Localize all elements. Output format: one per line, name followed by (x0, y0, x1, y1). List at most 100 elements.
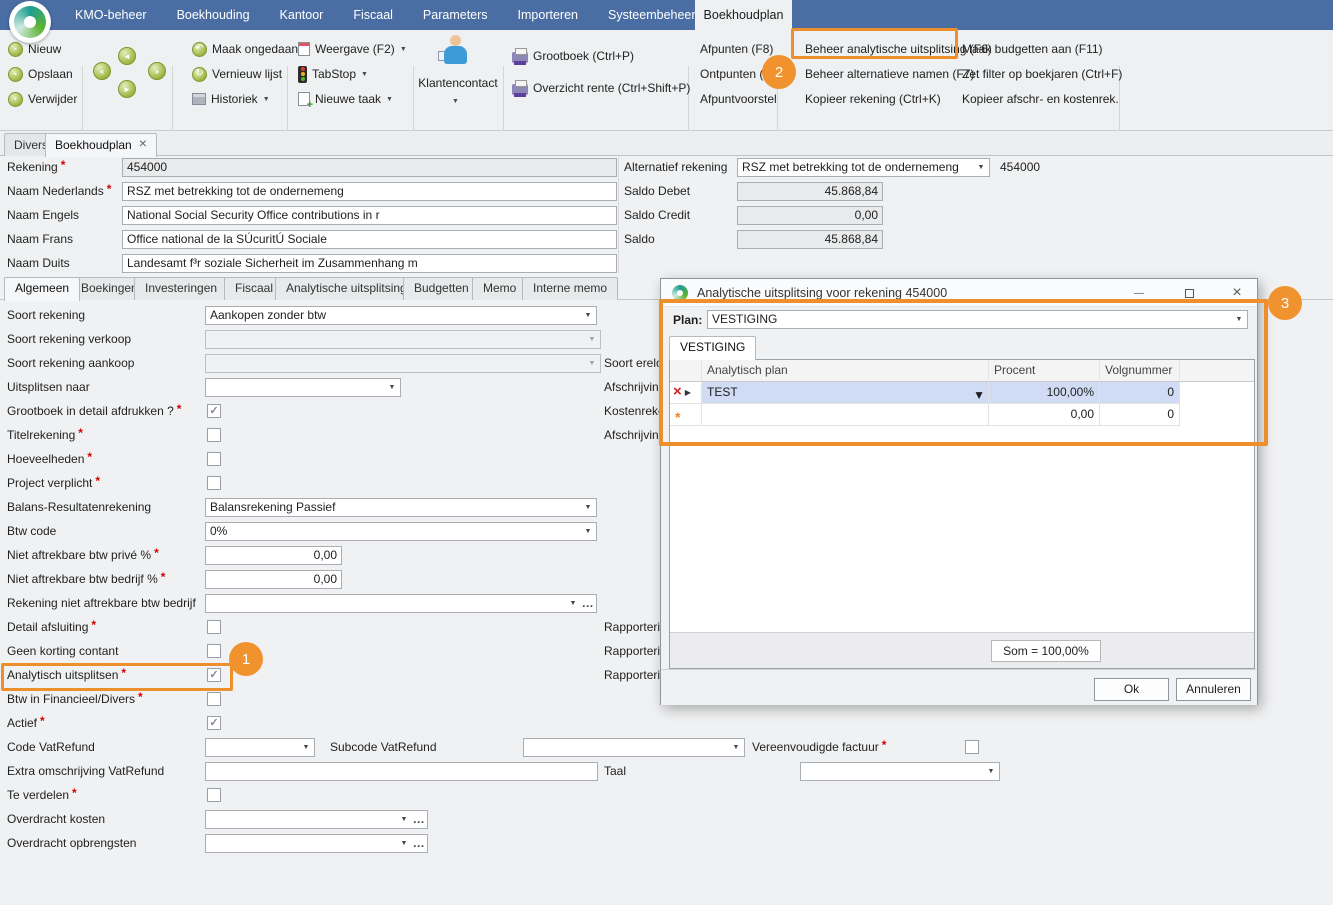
verwijder-button[interactable]: Verwijder (8, 89, 77, 109)
naam-nederlands-field[interactable]: RSZ met betrekking tot de ondernemeng (122, 182, 617, 201)
detail-afsluiting-checkbox[interactable] (207, 620, 221, 634)
cell-analytisch-plan[interactable]: TEST (702, 382, 989, 404)
menu-item-parameters[interactable]: Parameters (408, 0, 503, 30)
kostenrekening-label-clipped: Kostenreker (604, 402, 669, 420)
uitsplitsen-naar-select[interactable] (205, 378, 401, 397)
cell-analytisch-plan[interactable] (702, 404, 989, 426)
alternatief-rekening-select[interactable]: RSZ met betrekking tot de ondernemeng (737, 158, 990, 177)
grid-col-analytisch-plan[interactable]: Analytisch plan (702, 360, 989, 382)
kopieer-rekening-button[interactable]: Kopieer rekening (Ctrl+K) (805, 89, 941, 109)
subcode-vatrefund-select[interactable] (523, 738, 745, 757)
ellipsis-button[interactable] (412, 836, 426, 851)
grid-col-procent[interactable]: Procent (989, 360, 1100, 382)
afpunten-button[interactable]: Afpunten (F8) (700, 39, 773, 59)
first-record-button[interactable]: « (93, 62, 111, 80)
project-verplicht-checkbox[interactable] (207, 476, 221, 490)
btw-code-select[interactable]: 0% (205, 522, 597, 541)
close-tab-icon[interactable] (139, 135, 147, 156)
tab-analytische-uitsplitsing[interactable]: Analytische uitsplitsing (275, 277, 418, 300)
historiek-button[interactable]: Historiek (192, 89, 270, 109)
maximize-icon[interactable] (1179, 284, 1199, 302)
grootboek-button[interactable]: Grootboek (Ctrl+P) (512, 46, 634, 66)
soort-rekening-select[interactable]: Aankopen zonder btw (205, 306, 597, 325)
tab-interne-memo[interactable]: Interne memo (522, 277, 618, 300)
tabstop-button[interactable]: TabStop (298, 64, 368, 84)
delete-row-icon[interactable] (673, 382, 682, 404)
tab-memo[interactable]: Memo (472, 277, 527, 300)
naam-engels-field[interactable]: National Social Security Office contribu… (122, 206, 617, 225)
opslaan-button[interactable]: Opslaan (8, 64, 73, 84)
btw-bedrijf-field[interactable]: 0,00 (205, 570, 342, 589)
tab-boekhoudplan[interactable]: Boekhoudplan (45, 133, 157, 157)
last-record-button[interactable]: » (148, 62, 166, 80)
balans-resultatenrekening-select[interactable]: Balansrekening Passief (205, 498, 597, 517)
actief-checkbox[interactable]: ✓ (207, 716, 221, 730)
overzicht-rente-button[interactable]: Overzicht rente (Ctrl+Shift+P) (512, 78, 690, 98)
taal-select[interactable] (800, 762, 1000, 781)
te-verdelen-checkbox[interactable] (207, 788, 221, 802)
close-icon[interactable] (1227, 284, 1247, 302)
menu-item-fiscaal[interactable]: Fiscaal (338, 0, 408, 30)
zet-filter-button[interactable]: Zet filter op boekjaren (Ctrl+F) (962, 64, 1122, 84)
grootboek-detail-checkbox[interactable]: ✓ (207, 404, 221, 418)
annuleren-button[interactable]: Annuleren (1176, 678, 1251, 701)
next-record-button[interactable]: ► (118, 80, 136, 98)
menu-item-boekhoudplan-active[interactable]: Boekhoudplan (695, 0, 792, 30)
tab-investeringen[interactable]: Investeringen (134, 277, 228, 300)
klantencontact-button[interactable] (440, 35, 470, 71)
cell-volgnummer[interactable]: 0 (1100, 382, 1180, 404)
traffic-light-icon (298, 66, 307, 83)
ellipsis-button[interactable] (581, 596, 595, 611)
cell-procent[interactable]: 100,00% (989, 382, 1100, 404)
weergave-button[interactable]: Weergave (F2) (298, 39, 407, 59)
row-indicator[interactable] (670, 382, 702, 404)
btw-financieel-label: Btw in Financieel/Divers* (7, 690, 143, 708)
rekening-niet-aftrekbaar-select[interactable] (205, 594, 597, 613)
hoeveelheden-checkbox[interactable] (207, 452, 221, 466)
tab-budgetten[interactable]: Budgetten (403, 277, 480, 300)
overdracht-kosten-select[interactable] (205, 810, 428, 829)
maak-budgetten-button[interactable]: Maak budgetten aan (F11) (962, 39, 1103, 59)
chevron-down-icon (585, 356, 599, 371)
beheer-alternatieve-namen-button[interactable]: Beheer alternatieve namen (F7) (805, 64, 974, 84)
ok-button[interactable]: Ok (1094, 678, 1169, 701)
nieuwe-taak-button[interactable]: Nieuwe taak (298, 89, 393, 109)
menu-item-boekhouding[interactable]: Boekhouding (162, 0, 265, 30)
cell-procent[interactable]: 0,00 (989, 404, 1100, 426)
cell-volgnummer[interactable]: 0 (1100, 404, 1180, 426)
code-vatrefund-select[interactable] (205, 738, 315, 757)
btw-prive-field[interactable]: 0,00 (205, 546, 342, 565)
geen-korting-checkbox[interactable] (207, 644, 221, 658)
chevron-down-icon[interactable] (452, 92, 459, 106)
naam-duits-field[interactable]: Landesamt f³r soziale Sicherheit im Zusa… (122, 254, 617, 273)
afpuntvoorstel-button[interactable]: Afpuntvoorstel (700, 89, 777, 109)
saldo-field: 45.868,84 (737, 230, 883, 249)
maak-ongedaan-button[interactable]: Maak ongedaan (192, 39, 298, 59)
menu-item-kantoor[interactable]: Kantoor (265, 0, 339, 30)
vereenvoudigde-factuur-checkbox[interactable] (965, 740, 979, 754)
saldo-debet-field: 45.868,84 (737, 182, 883, 201)
vernieuw-lijst-button[interactable]: Vernieuw lijst (192, 64, 282, 84)
rekening-field[interactable]: 454000 (122, 158, 617, 177)
previous-record-button[interactable]: ◄ (118, 47, 136, 65)
btw-financieel-checkbox[interactable] (207, 692, 221, 706)
plan-select[interactable]: VESTIGING (707, 310, 1248, 329)
tab-vestiging[interactable]: VESTIGING (669, 336, 756, 360)
analytisch-uitsplitsen-checkbox[interactable]: ✓ (207, 668, 221, 682)
view-icon (298, 42, 310, 56)
menu-item-importeren[interactable]: Importeren (503, 0, 593, 30)
overdracht-opbrengsten-select[interactable] (205, 834, 428, 853)
ellipsis-button[interactable] (412, 812, 426, 827)
tab-algemeen[interactable]: Algemeen (4, 277, 80, 301)
kopieer-afschr-button[interactable]: Kopieer afschr- en kostenrek. (962, 89, 1119, 109)
extra-omschrijving-field[interactable] (205, 762, 598, 781)
new-icon (8, 42, 23, 57)
menu-item-kmo-beheer[interactable]: KMO-beheer (60, 0, 162, 30)
new-row-icon (675, 404, 680, 425)
titelrekening-checkbox[interactable] (207, 428, 221, 442)
menu-item-systeembeheer[interactable]: Systeembeheer (593, 0, 711, 30)
dialog-title-bar[interactable]: Analytische uitsplitsing voor rekening 4… (661, 279, 1257, 307)
naam-frans-field[interactable]: Office national de la SÚcuritÚ Sociale (122, 230, 617, 249)
minimize-icon[interactable] (1129, 284, 1149, 302)
grid-col-volgnummer[interactable]: Volgnummer (1100, 360, 1180, 382)
